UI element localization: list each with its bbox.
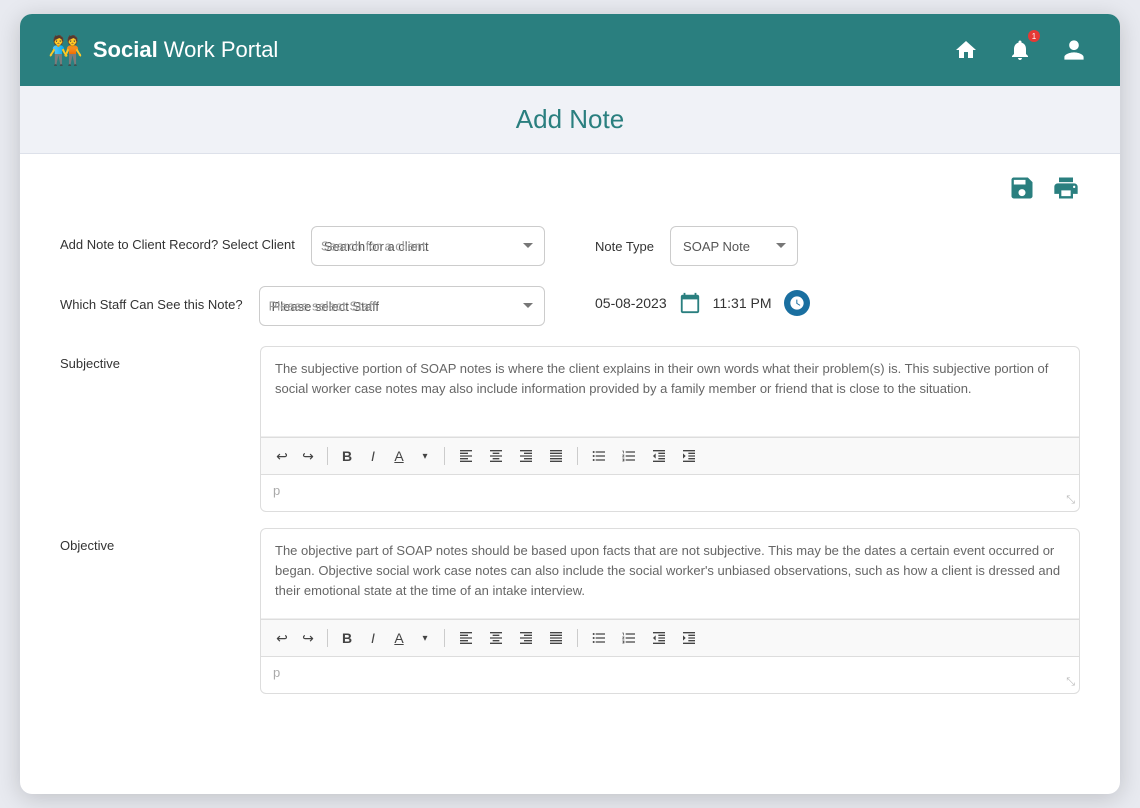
objective-align-center-btn[interactable] — [483, 626, 509, 650]
objective-justify-btn[interactable] — [543, 626, 569, 650]
objective-underline-btn[interactable]: A — [388, 626, 410, 650]
objective-bold-btn[interactable]: B — [336, 626, 358, 650]
subjective-content[interactable]: p ⤡ — [261, 475, 1079, 511]
subjective-resize-icon: ⤡ — [1066, 494, 1075, 507]
logo-icon: 🧑‍🤝‍🧑 — [48, 34, 83, 67]
subjective-underline-btn[interactable]: A — [388, 444, 410, 468]
subjective-placeholder: The subjective portion of SOAP notes is … — [261, 347, 1079, 437]
sep1 — [327, 447, 328, 465]
subjective-bold-btn[interactable]: B — [336, 444, 358, 468]
header-actions: 1 — [948, 32, 1092, 68]
main-content: Add Note to Client Record? Select Client… — [20, 154, 1120, 740]
staff-label: Which Staff Can See this Note? — [60, 286, 243, 314]
objective-resize-icon: ⤡ — [1066, 676, 1075, 689]
subjective-bullet-btn[interactable] — [586, 444, 612, 468]
subjective-underline-arrow-btn[interactable]: ▾ — [414, 444, 436, 468]
subjective-editor: The subjective portion of SOAP notes is … — [260, 346, 1080, 512]
note-type-label: Note Type — [595, 239, 654, 254]
note-type-select[interactable]: SOAP Note Progress Note Assessment Note … — [670, 226, 798, 266]
header: 🧑‍🤝‍🧑 Social Work Portal 1 — [20, 14, 1120, 86]
staff-form-group: Which Staff Can See this Note? Please se… — [60, 286, 545, 326]
subjective-undo-btn[interactable]: ↩ — [271, 444, 293, 468]
objective-align-right-btn[interactable] — [513, 626, 539, 650]
subjective-outdent-btn[interactable] — [646, 444, 672, 468]
bell-icon — [1008, 38, 1032, 62]
objective-underline-arrow-btn[interactable]: ▾ — [414, 626, 436, 650]
objective-content-text: p — [273, 665, 280, 680]
print-icon — [1052, 174, 1080, 202]
objective-align-left-btn[interactable] — [453, 626, 479, 650]
subjective-content-text: p — [273, 483, 280, 498]
subjective-align-left-btn[interactable] — [453, 444, 479, 468]
print-button[interactable] — [1052, 174, 1080, 202]
user-button[interactable] — [1056, 32, 1092, 68]
page-title-bar: Add Note — [20, 86, 1120, 154]
subjective-italic-btn[interactable]: I — [362, 444, 384, 468]
logo-bold: Social — [93, 37, 158, 62]
objective-placeholder: The objective part of SOAP notes should … — [261, 529, 1079, 619]
client-label: Add Note to Client Record? Select Client — [60, 226, 295, 254]
date-value: 05-08-2023 — [595, 295, 667, 311]
note-type-form-group: Note Type SOAP Note Progress Note Assess… — [595, 226, 1080, 266]
sep3 — [577, 447, 578, 465]
time-value: 11:31 PM — [713, 295, 772, 311]
subjective-section: Subjective The subjective portion of SOA… — [60, 346, 1080, 512]
osep1 — [327, 629, 328, 647]
objective-redo-btn[interactable]: ↪ — [297, 626, 319, 650]
subjective-ordered-btn[interactable] — [616, 444, 642, 468]
subjective-align-center-btn[interactable] — [483, 444, 509, 468]
datetime-form-group: 05-08-2023 11:31 PM — [595, 286, 1080, 326]
notification-badge: 1 — [1028, 30, 1040, 42]
datetime-row: 05-08-2023 11:31 PM — [595, 286, 810, 316]
save-button[interactable] — [1008, 174, 1036, 202]
action-toolbar — [60, 174, 1080, 202]
logo: 🧑‍🤝‍🧑 Social Work Portal — [48, 34, 278, 67]
staff-select[interactable]: Please select Staff — [259, 286, 545, 326]
client-select[interactable]: Search for a client — [311, 226, 545, 266]
subjective-toolbar: ↩ ↪ B I A ▾ — [261, 437, 1079, 475]
objective-section: Objective The objective part of SOAP not… — [60, 528, 1080, 694]
objective-ordered-btn[interactable] — [616, 626, 642, 650]
subjective-label: Subjective — [60, 346, 260, 512]
objective-undo-btn[interactable]: ↩ — [271, 626, 293, 650]
logo-text: Social Work Portal — [93, 37, 278, 63]
objective-editor: The objective part of SOAP notes should … — [260, 528, 1080, 694]
app-window: 🧑‍🤝‍🧑 Social Work Portal 1 — [20, 14, 1120, 794]
objective-content[interactable]: p ⤡ — [261, 657, 1079, 693]
osep2 — [444, 629, 445, 647]
sep2 — [444, 447, 445, 465]
objective-outdent-btn[interactable] — [646, 626, 672, 650]
save-icon — [1008, 174, 1036, 202]
client-form-group: Add Note to Client Record? Select Client… — [60, 226, 545, 266]
subjective-justify-btn[interactable] — [543, 444, 569, 468]
page-title: Add Note — [20, 104, 1120, 135]
objective-label: Objective — [60, 528, 260, 694]
form-grid: Add Note to Client Record? Select Client… — [60, 226, 1080, 326]
subjective-indent-btn[interactable] — [676, 444, 702, 468]
osep3 — [577, 629, 578, 647]
notification-button[interactable]: 1 — [1002, 32, 1038, 68]
calendar-icon[interactable] — [679, 292, 701, 314]
objective-bullet-btn[interactable] — [586, 626, 612, 650]
subjective-redo-btn[interactable]: ↪ — [297, 444, 319, 468]
subjective-align-right-btn[interactable] — [513, 444, 539, 468]
clock-icon[interactable] — [784, 290, 810, 316]
home-icon — [954, 38, 978, 62]
objective-italic-btn[interactable]: I — [362, 626, 384, 650]
home-button[interactable] — [948, 32, 984, 68]
objective-indent-btn[interactable] — [676, 626, 702, 650]
objective-toolbar: ↩ ↪ B I A ▾ — [261, 619, 1079, 657]
user-icon — [1062, 38, 1086, 62]
